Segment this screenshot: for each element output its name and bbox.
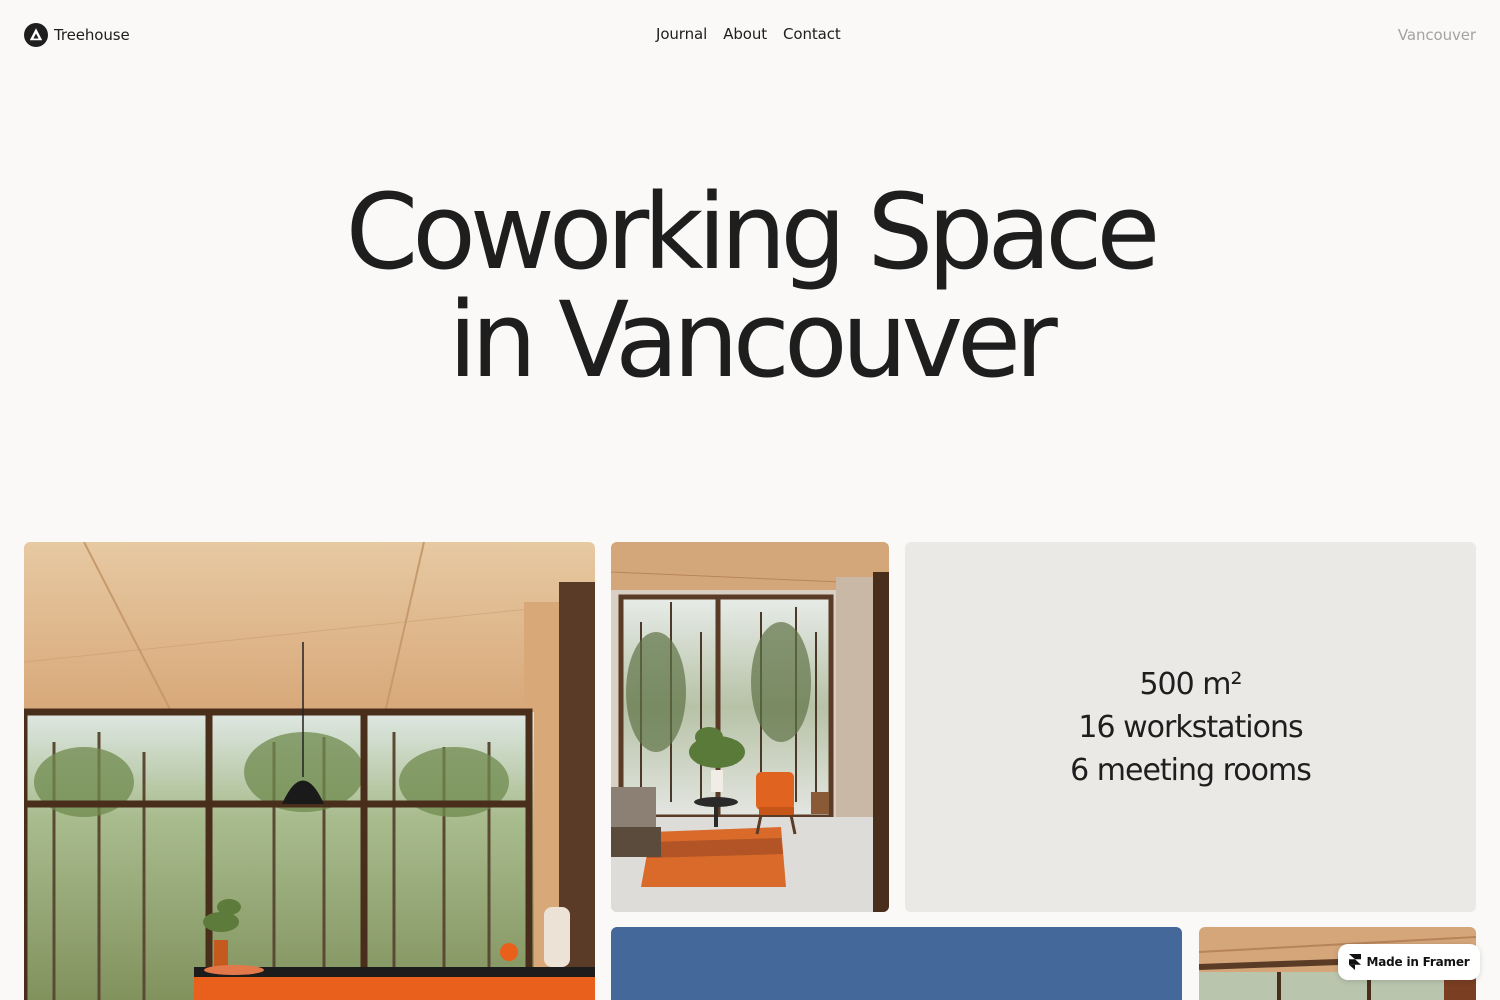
kitchen-photo xyxy=(24,542,595,1000)
brand-name: Treehouse xyxy=(54,26,130,44)
hero: Coworking Space in Vancouver xyxy=(0,178,1500,394)
blue-tile xyxy=(611,927,1182,1000)
hero-title-line-1: Coworking Space xyxy=(345,171,1161,293)
location-label: Vancouver xyxy=(1397,26,1476,44)
site-header: Treehouse Journal About Contact Vancouve… xyxy=(0,0,1500,72)
main-nav: Journal About Contact xyxy=(656,25,841,43)
brand-link[interactable]: Treehouse xyxy=(24,23,130,47)
framer-icon xyxy=(1348,954,1361,970)
stat-area: 500 m² xyxy=(1139,666,1242,702)
nav-link-journal[interactable]: Journal xyxy=(656,25,707,43)
nav-link-about[interactable]: About xyxy=(723,25,767,43)
lounge-photo xyxy=(611,542,889,912)
nav-link-contact[interactable]: Contact xyxy=(783,25,841,43)
triangle-in-circle-icon xyxy=(24,23,48,47)
badge-label: Made in Framer xyxy=(1366,955,1470,969)
stat-meeting-rooms: 6 meeting rooms xyxy=(1070,752,1312,788)
made-in-framer-badge[interactable]: Made in Framer xyxy=(1338,944,1480,980)
stat-workstations: 16 workstations xyxy=(1078,709,1303,745)
hero-title: Coworking Space in Vancouver xyxy=(0,178,1500,394)
hero-title-line-2: in Vancouver xyxy=(448,279,1058,401)
stats-card: 500 m² 16 workstations 6 meeting rooms xyxy=(905,542,1476,912)
